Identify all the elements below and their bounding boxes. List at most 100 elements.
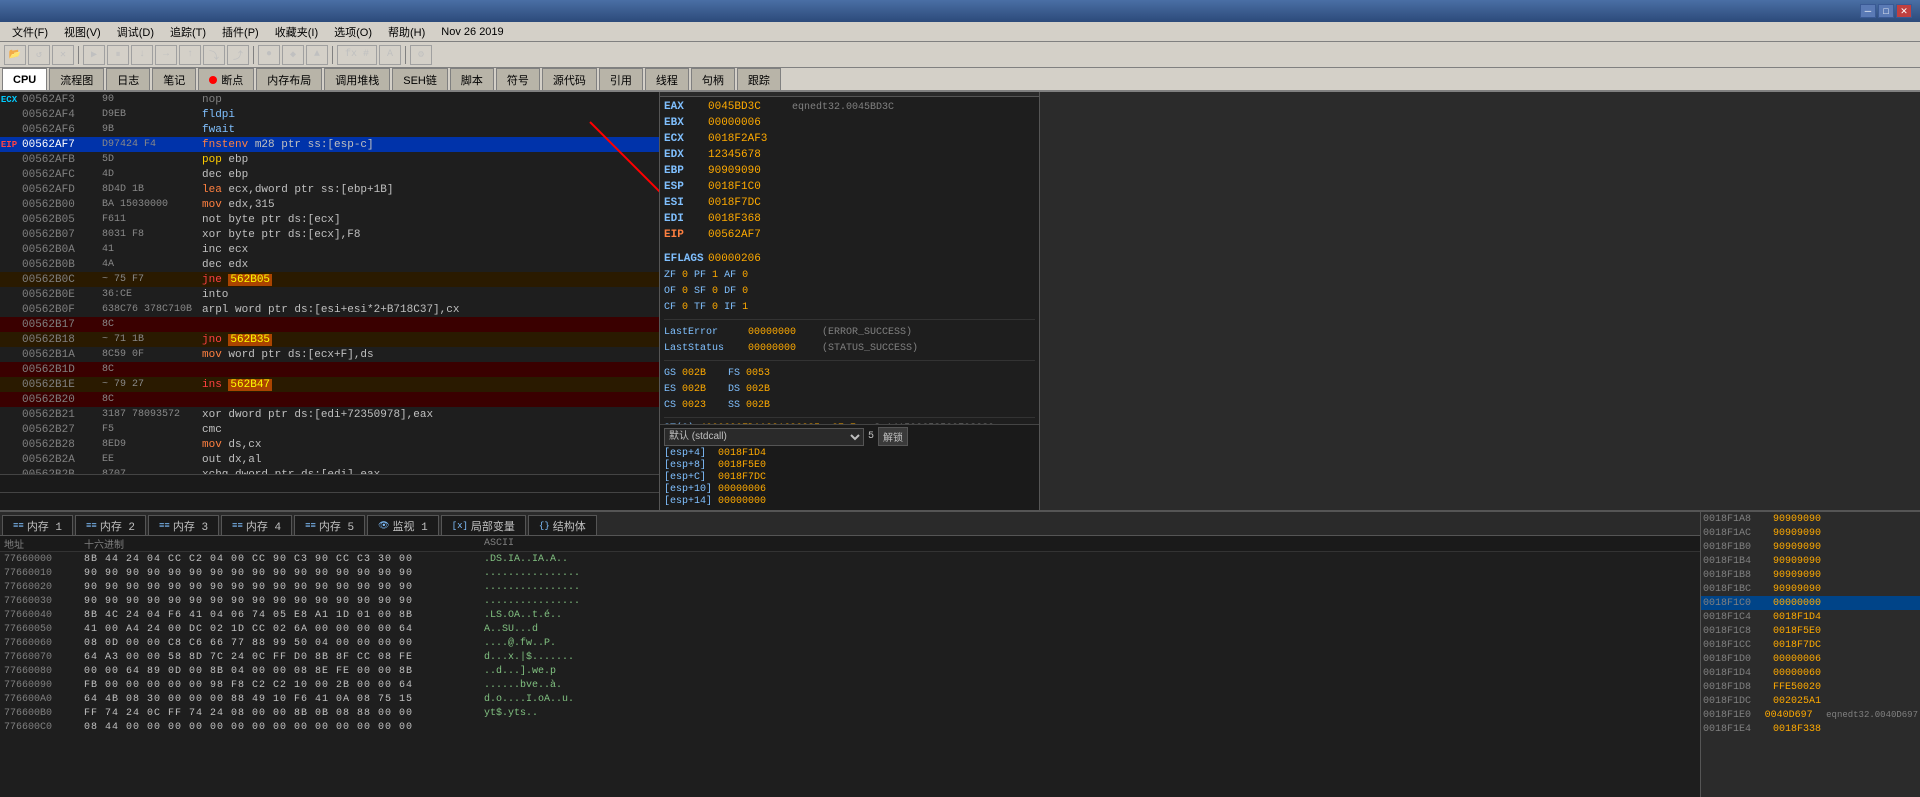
stack-row[interactable]: 0018F1B8 90909090 <box>1701 568 1920 582</box>
conv-select[interactable]: 默认 (stdcall) <box>664 428 864 446</box>
ds-value[interactable]: 002B <box>746 384 770 395</box>
step-out-button[interactable]: ↑ <box>179 45 201 65</box>
flag-val[interactable]: 0 <box>682 302 688 313</box>
disasm-row[interactable]: EIP00562AF7D97424 F4fnstenv m28 ptr ss:[… <box>0 137 659 152</box>
conv-param-value[interactable]: 0018F5E0 <box>718 460 766 471</box>
stack-row[interactable]: 0018F1BC 90909090 <box>1701 582 1920 596</box>
tab-[interactable]: 源代码 <box>542 68 597 90</box>
stack-row[interactable]: 0018F1C8 0018F5E0 <box>1701 624 1920 638</box>
memory-tab-5[interactable]: ≡≡内存 5 <box>294 515 365 535</box>
font-button[interactable]: A <box>379 45 401 65</box>
tab-[interactable]: 脚本 <box>450 68 494 90</box>
maximize-button[interactable]: □ <box>1878 4 1894 18</box>
trace-into-button[interactable]: ⤵ <box>203 45 225 65</box>
conv-param-value[interactable]: 00000006 <box>718 484 766 495</box>
disasm-row[interactable]: 00562B27F5cmc <box>0 422 659 437</box>
disasm-row[interactable]: 00562AFC4Ddec ebp <box>0 167 659 182</box>
reg-value[interactable]: 0018F368 <box>708 213 788 225</box>
eflags-value[interactable]: 00000206 <box>708 253 788 265</box>
stack-row[interactable]: 0018F1B0 90909090 <box>1701 540 1920 554</box>
disasm-row[interactable]: 00562B05F611not byte ptr ds:[ecx] <box>0 212 659 227</box>
stack-row[interactable]: 0018F1A8 90909090 <box>1701 512 1920 526</box>
memory-row[interactable]: 77660000 8B 44 24 04 CC C2 04 00 CC 90 C… <box>0 552 1700 566</box>
step-over-button[interactable]: → <box>155 45 177 65</box>
open-button[interactable]: 📂 <box>4 45 26 65</box>
disasm-row[interactable]: 00562B288ED9mov ds,cx <box>0 437 659 452</box>
disasm-row[interactable]: 00562B178C <box>0 317 659 332</box>
memory-row[interactable]: 77660040 8B 4C 24 04 F6 41 04 06 74 05 E… <box>0 608 1700 622</box>
disasm-row[interactable]: 00562B0B4Adec edx <box>0 257 659 272</box>
restart-button[interactable]: ↺ <box>28 45 50 65</box>
memory-row[interactable]: 776600B0 FF 74 24 0C FF 74 24 08 00 00 8… <box>0 706 1700 720</box>
tab-[interactable]: 日志 <box>106 68 150 90</box>
stack-row[interactable]: 0018F1D8 FFE50020 <box>1701 680 1920 694</box>
menu-item-I[interactable]: 收藏夹(I) <box>267 22 326 42</box>
disasm-row[interactable]: 00562B213187 78093572xor dword ptr ds:[e… <box>0 407 659 422</box>
memory-row[interactable]: 776600C0 08 44 00 00 00 00 00 00 00 00 0… <box>0 720 1700 734</box>
conv-param-value[interactable]: 00000000 <box>718 496 766 507</box>
run-button[interactable]: ▶ <box>83 45 105 65</box>
memory-tab-1[interactable]: 👁监视 1 <box>367 515 439 535</box>
stack-row[interactable]: 0018F1DC 002025A1 <box>1701 694 1920 708</box>
disasm-row[interactable]: 00562B078031 F8xor byte ptr ds:[ecx],F8 <box>0 227 659 242</box>
disasm-row[interactable]: 00562AF69Bfwait <box>0 122 659 137</box>
menu-item-Nov[interactable]: Nov 26 2019 <box>433 24 511 40</box>
trace-over-button[interactable]: ⤴ <box>227 45 249 65</box>
eip-value[interactable]: 00562AF7 <box>708 229 788 241</box>
memory-tab-[interactable]: [x]局部变量 <box>441 515 526 535</box>
memory-row[interactable]: 77660080 00 00 64 89 0D 00 8B 04 00 00 0… <box>0 664 1700 678</box>
menu-item-O[interactable]: 选项(O) <box>326 22 380 42</box>
cs-value[interactable]: 0023 <box>682 400 722 411</box>
reg-value[interactable]: 90909090 <box>708 165 788 177</box>
memory-tab-4[interactable]: ≡≡内存 4 <box>221 515 292 535</box>
tab-[interactable]: 笔记 <box>152 68 196 90</box>
reg-value[interactable]: 00000006 <box>708 117 788 129</box>
memory-row[interactable]: 77660010 90 90 90 90 90 90 90 90 90 90 9… <box>0 566 1700 580</box>
disasm-row[interactable]: 00562AFB5Dpop ebp <box>0 152 659 167</box>
memory-tab-[interactable]: {}结构体 <box>528 515 597 535</box>
flag-val[interactable]: 1 <box>742 302 748 313</box>
last-status-value[interactable]: 00000000 <box>748 343 818 354</box>
tab-CPU[interactable]: CPU <box>2 68 47 90</box>
minimize-button[interactable]: ─ <box>1860 4 1876 18</box>
disasm-row[interactable]: 00562B0A41inc ecx <box>0 242 659 257</box>
flag-val[interactable]: 1 <box>712 270 718 281</box>
tab-[interactable]: 断点 <box>198 68 254 90</box>
tab-[interactable]: 引用 <box>599 68 643 90</box>
es-value[interactable]: 002B <box>682 384 722 395</box>
flag-val[interactable]: 0 <box>742 270 748 281</box>
memory-row[interactable]: 77660050 41 00 A4 24 00 DC 02 1D CC 02 6… <box>0 622 1700 636</box>
disasm-row[interactable]: 00562B1E~ 79 27ins 562B47 <box>0 377 659 392</box>
tab-[interactable]: 线程 <box>645 68 689 90</box>
disasm-row[interactable]: 00562B18~ 71 1Bjno 562B35 <box>0 332 659 347</box>
disasm-row[interactable]: 00562B0F638C76 378C710Barpl word ptr ds:… <box>0 302 659 317</box>
memory-row[interactable]: 776600A0 64 4B 08 30 00 00 00 88 49 10 F… <box>0 692 1700 706</box>
disasm-row[interactable]: 00562B1A8C59 0Fmov word ptr ds:[ecx+F],d… <box>0 347 659 362</box>
menu-item-P[interactable]: 插件(P) <box>214 22 267 42</box>
flag-val[interactable]: 0 <box>682 270 688 281</box>
stack-row[interactable]: 0018F1AC 90909090 <box>1701 526 1920 540</box>
tab-[interactable]: 符号 <box>496 68 540 90</box>
disasm-row[interactable]: 00562B2B8707xchg dword ptr ds:[edi],eax <box>0 467 659 474</box>
stack-row[interactable]: 0018F1C4 0018F1D4 <box>1701 610 1920 624</box>
disasm-row[interactable]: 00562AFD8D4D 1Blea ecx,dword ptr ss:[ebp… <box>0 182 659 197</box>
stack-row[interactable]: 0018F1B4 90909090 <box>1701 554 1920 568</box>
flag-val[interactable]: 0 <box>742 286 748 297</box>
ss-value[interactable]: 002B <box>746 400 770 411</box>
stack-row[interactable]: 0018F1D4 00000060 <box>1701 666 1920 680</box>
memory-row[interactable]: 77660070 64 A3 00 00 58 8D 7C 24 0C FF D… <box>0 650 1700 664</box>
disasm-row[interactable]: 00562B0C~ 75 F7jne 562B05 <box>0 272 659 287</box>
disasm-row[interactable]: 00562B0E36:CEinto <box>0 287 659 302</box>
tab-[interactable]: 跟踪 <box>737 68 781 90</box>
tab-[interactable]: 调用堆栈 <box>324 68 390 90</box>
memory-tab-2[interactable]: ≡≡内存 2 <box>75 515 146 535</box>
stack-row[interactable]: 0018F1E0 0040D697 eqnedt32.0040D697 <box>1701 708 1920 722</box>
disasm-row[interactable]: 00562B1D8C <box>0 362 659 377</box>
tab-SEH[interactable]: SEH链 <box>392 68 448 90</box>
reg-value[interactable]: 0018F1C0 <box>708 181 788 193</box>
stack-row[interactable]: 0018F1D0 00000006 <box>1701 652 1920 666</box>
close-proc-button[interactable]: ✕ <box>52 45 74 65</box>
fs-value[interactable]: 0053 <box>746 368 770 379</box>
reg-value[interactable]: 12345678 <box>708 149 788 161</box>
hw-bp-button[interactable]: ▲ <box>306 45 328 65</box>
